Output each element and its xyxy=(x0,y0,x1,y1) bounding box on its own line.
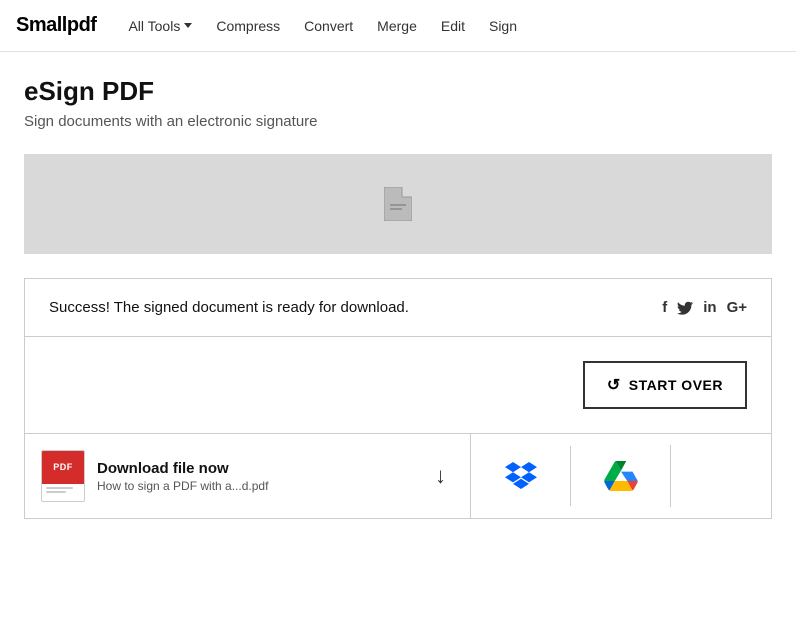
dropbox-icon xyxy=(505,462,537,490)
download-subtitle: How to sign a PDF with a...d.pdf xyxy=(97,479,415,493)
nav-sign[interactable]: Sign xyxy=(489,18,517,34)
social-icons: f in G+ xyxy=(662,299,747,316)
start-over-button[interactable]: ↺ START OVER xyxy=(583,361,747,409)
extra-cloud-slot xyxy=(671,460,771,492)
refresh-icon: ↺ xyxy=(607,375,621,395)
navbar: Smallpdf All Tools Compress Convert Merg… xyxy=(0,0,796,52)
download-title: Download file now xyxy=(97,460,415,477)
download-row: PDF Download file now How to sign a PDF … xyxy=(25,434,771,518)
success-top-row: Success! The signed document is ready fo… xyxy=(25,279,771,337)
start-over-area: ↺ START OVER xyxy=(25,337,771,434)
google-drive-icon xyxy=(604,461,638,491)
success-message: Success! The signed document is ready fo… xyxy=(49,299,409,316)
download-info: Download file now How to sign a PDF with… xyxy=(97,460,415,493)
logo[interactable]: Smallpdf xyxy=(16,14,96,37)
main-content: eSign PDF Sign documents with an electro… xyxy=(8,52,788,519)
upload-icon xyxy=(384,187,412,221)
twitter-icon xyxy=(677,301,693,315)
nav-compress[interactable]: Compress xyxy=(216,18,280,34)
dropbox-button[interactable] xyxy=(471,446,571,506)
nav-convert[interactable]: Convert xyxy=(304,18,353,34)
page-subtitle: Sign documents with an electronic signat… xyxy=(24,113,772,130)
download-arrow-icon[interactable]: ↓ xyxy=(435,463,446,489)
upload-area[interactable] xyxy=(24,154,772,254)
page-title: eSign PDF xyxy=(24,76,772,107)
success-box: Success! The signed document is ready fo… xyxy=(24,278,772,519)
download-file-icon: PDF xyxy=(41,450,85,502)
nav-merge[interactable]: Merge xyxy=(377,18,417,34)
nav-all-tools[interactable]: All Tools xyxy=(128,18,192,34)
google-drive-button[interactable] xyxy=(571,445,671,507)
twitter-share[interactable] xyxy=(677,301,693,315)
file-icon xyxy=(384,187,412,221)
chevron-down-icon xyxy=(184,23,192,28)
facebook-share[interactable]: f xyxy=(662,299,667,316)
linkedin-share[interactable]: in xyxy=(703,299,716,316)
nav-edit[interactable]: Edit xyxy=(441,18,465,34)
download-main[interactable]: PDF Download file now How to sign a PDF … xyxy=(25,434,471,518)
googleplus-share[interactable]: G+ xyxy=(727,299,747,316)
